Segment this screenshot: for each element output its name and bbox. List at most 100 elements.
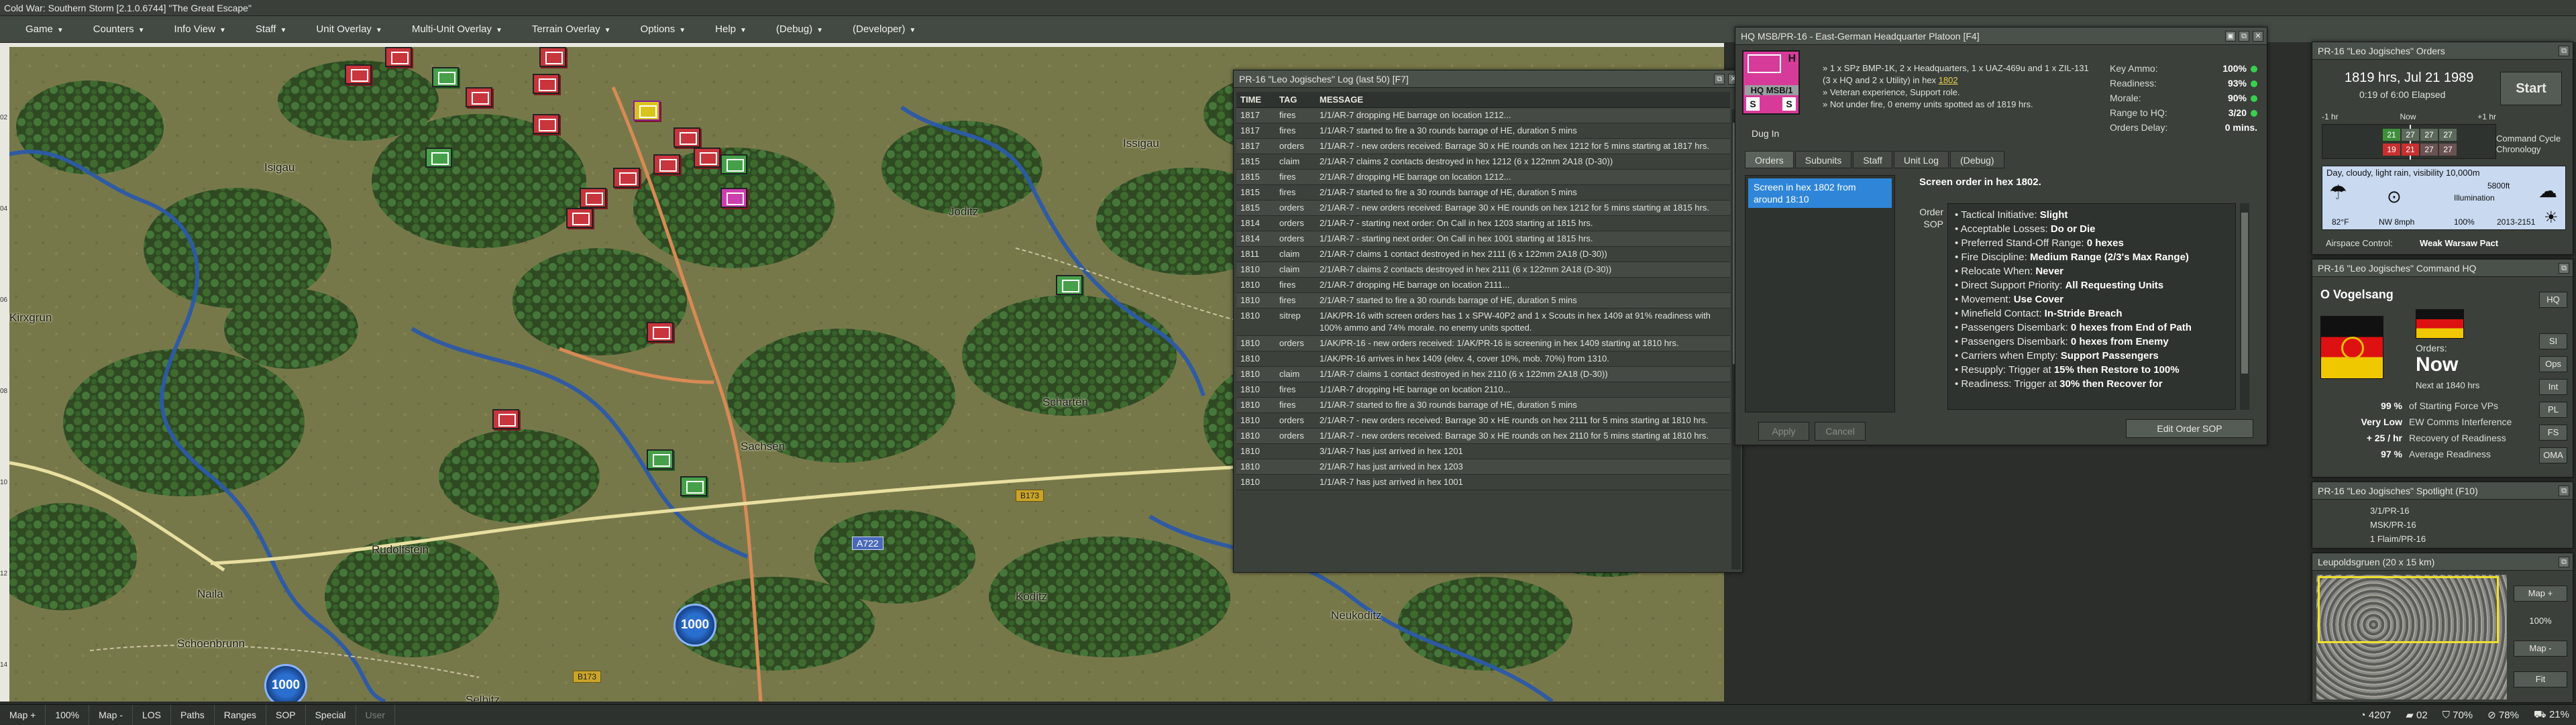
- log-window[interactable]: PR-16 "Leo Jogisches" Log (last 50) [F7]…: [1233, 70, 1743, 573]
- cmd-pl-button[interactable]: PL: [2539, 402, 2567, 418]
- town-label[interactable]: Koditz: [1016, 590, 1047, 604]
- hq-pin-icon[interactable]: ⧉: [2239, 31, 2249, 42]
- statusbar-paths-button[interactable]: Paths: [171, 704, 215, 725]
- unit-counter[interactable]: [533, 114, 559, 134]
- edit-order-sop-button[interactable]: Edit Order SOP: [2126, 419, 2253, 438]
- menu-unit-overlay[interactable]: Unit Overlay ▼: [301, 16, 396, 43]
- orders-pin-icon[interactable]: ⧉: [2559, 46, 2569, 56]
- log-row[interactable]: 1817 orders 1/1/AR-7 - new orders received…: [1236, 139, 1730, 154]
- spotlight-item[interactable]: MSK/PR-16: [2370, 518, 2426, 532]
- hq-window[interactable]: HQ MSB/PR-16 - East-German Headquarter P…: [1735, 27, 2267, 445]
- log-row[interactable]: 1810 1/AK/PR-16 arrives in hex 1409 (elev…: [1236, 351, 1730, 367]
- log-row[interactable]: 1810 fires 2/1/AR-7 dropping HE barrage on…: [1236, 278, 1730, 293]
- tab-orders[interactable]: Orders: [1745, 151, 1794, 168]
- log-row[interactable]: 1810 fires 2/1/AR-7 started to fire a 30 r…: [1236, 293, 1730, 309]
- menu-staff[interactable]: Staff ▼: [241, 16, 302, 43]
- cmd-hq-button[interactable]: HQ: [2539, 292, 2567, 308]
- spotlight-item[interactable]: 3/1/PR-16: [2370, 504, 2426, 518]
- chrono-cell[interactable]: 21: [2402, 144, 2419, 156]
- unit-counter[interactable]: [425, 148, 452, 168]
- chrono-cell[interactable]: 27: [2420, 129, 2438, 141]
- statusbar-ranges-button[interactable]: Ranges: [215, 704, 267, 725]
- town-label[interactable]: Naila: [197, 588, 223, 601]
- town-label[interactable]: Schartën: [1042, 396, 1088, 409]
- menu-help[interactable]: Help ▼: [700, 16, 761, 43]
- minimap-zoom-button[interactable]: Map +: [2514, 585, 2567, 602]
- log-row[interactable]: 1815 orders 2/1/AR-7 - new orders received…: [1236, 201, 1730, 216]
- spotlight-pin-icon[interactable]: ⧉: [2559, 486, 2569, 496]
- start-button[interactable]: Start: [2500, 72, 2562, 105]
- chrono-cell[interactable]: 19: [2383, 144, 2400, 156]
- hq-unit-counter[interactable]: H HQ MSB/1 S S: [1742, 50, 1800, 115]
- chrono-cell[interactable]: 27: [2402, 129, 2419, 141]
- statusbar-sop-button[interactable]: SOP: [266, 704, 306, 725]
- unit-counter[interactable]: [674, 127, 700, 148]
- unit-counter[interactable]: [539, 47, 566, 67]
- tab-staff[interactable]: Staff: [1853, 151, 1892, 168]
- minimap-viewport-frame[interactable]: [2318, 576, 2499, 643]
- tab-debug[interactable]: (Debug): [1949, 151, 2004, 168]
- hq-hex-link[interactable]: 1802: [1939, 75, 1958, 85]
- unit-counter[interactable]: [432, 67, 459, 87]
- town-label[interactable]: Neukoditz: [1331, 609, 1382, 622]
- apply-button[interactable]: Apply: [1758, 422, 1809, 441]
- objective-marker[interactable]: 1000: [674, 604, 716, 647]
- log-row[interactable]: 1810 claim 1/1/AR-7 claims 1 contact destr…: [1236, 367, 1730, 382]
- hq-lock-icon[interactable]: ▣: [2225, 31, 2236, 42]
- menu-counters[interactable]: Counters ▼: [78, 16, 160, 43]
- minimap-panel[interactable]: Leupoldsgruen (20 x 15 km) ⧉ Map + 100% Ma…: [2312, 553, 2573, 703]
- log-row[interactable]: 1810 orders 1/1/AR-7 - new orders received…: [1236, 429, 1730, 444]
- statusbar-los-button[interactable]: LOS: [133, 704, 171, 725]
- statusbar-user-button[interactable]: User: [356, 704, 396, 725]
- log-row[interactable]: 1817 fires 1/1/AR-7 started to fire a 30 r…: [1236, 123, 1730, 139]
- cmd-oma-button[interactable]: OMA: [2539, 447, 2567, 463]
- minimap-view[interactable]: [2316, 575, 2507, 700]
- log-row[interactable]: 1810 orders 2/1/AR-7 - new orders received…: [1236, 413, 1730, 429]
- unit-counter[interactable]: [720, 188, 747, 208]
- log-row[interactable]: 1810 fires 1/1/AR-7 started to fire a 30 r…: [1236, 398, 1730, 413]
- log-row[interactable]: 1810 sitrep 1/AK/PR-16 with screen orders …: [1236, 309, 1730, 336]
- log-window-header[interactable]: PR-16 "Leo Jogisches" Log (last 50) [F7]…: [1234, 70, 1742, 88]
- unit-counter[interactable]: [345, 64, 372, 85]
- log-row[interactable]: 1810 2/1/AR-7 has just arrived in hex 120…: [1236, 459, 1730, 475]
- unit-counter[interactable]: [1056, 275, 1083, 295]
- unit-counter[interactable]: [680, 476, 707, 496]
- sop-scrollbar[interactable]: [2240, 203, 2249, 410]
- menu-multi-unit-overlay[interactable]: Multi-Unit Overlay ▼: [397, 16, 517, 43]
- statusbar-special-button[interactable]: Special: [306, 704, 356, 725]
- unit-counter[interactable]: [566, 208, 593, 228]
- log-row[interactable]: 1817 fires 1/1/AR-7 dropping HE barrage on…: [1236, 108, 1730, 123]
- order-list[interactable]: Screen in hex 1802 from around 18:10: [1745, 175, 1895, 412]
- unit-counter[interactable]: [694, 148, 720, 168]
- statusbar-map-button[interactable]: Map +: [0, 704, 46, 725]
- unit-counter[interactable]: [647, 449, 674, 469]
- unit-counter[interactable]: [385, 47, 412, 67]
- town-label[interactable]: Selbitz: [466, 693, 500, 702]
- minimap-pin-icon[interactable]: ⧉: [2559, 557, 2569, 567]
- unit-counter[interactable]: [653, 154, 680, 174]
- sop-panel[interactable]: Tactical Initiative: SlightAcceptable Lo…: [1947, 203, 2236, 410]
- log-row[interactable]: 1814 orders 2/1/AR-7 - starting next order…: [1236, 216, 1730, 231]
- unit-counter[interactable]: [613, 168, 640, 188]
- unit-counter[interactable]: [492, 409, 519, 429]
- town-label[interactable]: Schoenbrunn: [177, 637, 245, 651]
- sop-scrollbar-thumb[interactable]: [2241, 213, 2248, 374]
- spotlight-panel[interactable]: PR-16 "Leo Jogisches" Spotlight (F10) ⧉ …: [2312, 482, 2573, 549]
- town-label[interactable]: Rudolfstein: [372, 543, 429, 557]
- command-hq-panel[interactable]: PR-16 "Leo Jogisches" Command HQ ⧉ O Vog…: [2312, 259, 2573, 478]
- log-row[interactable]: 1814 orders 1/1/AR-7 - starting next order…: [1236, 231, 1730, 247]
- chronology-timeline[interactable]: 21 27 27 27 19 21 27 27: [2322, 124, 2496, 160]
- chrono-cell[interactable]: 27: [2420, 144, 2438, 156]
- menu-debug[interactable]: (Debug) ▼: [761, 16, 838, 43]
- chrono-cell[interactable]: 27: [2439, 129, 2457, 141]
- hq-close-icon[interactable]: ✕: [2253, 31, 2263, 42]
- cancel-button[interactable]: Cancel: [1815, 422, 1866, 441]
- cmd-ops-button[interactable]: Ops: [2539, 356, 2567, 372]
- log-row[interactable]: 1815 fires 2/1/AR-7 dropping HE barrage on…: [1236, 170, 1730, 185]
- town-label[interactable]: Joditz: [949, 205, 978, 219]
- unit-counter[interactable]: [647, 322, 674, 342]
- log-row[interactable]: 1810 1/1/AR-7 has just arrived in hex 100…: [1236, 475, 1730, 490]
- chrono-cell[interactable]: 27: [2439, 144, 2457, 156]
- order-list-item[interactable]: Screen in hex 1802 from around 18:10: [1748, 178, 1892, 208]
- orders-panel[interactable]: PR-16 "Leo Jogisches" Orders ⧉ 1819 hrs,…: [2312, 42, 2573, 255]
